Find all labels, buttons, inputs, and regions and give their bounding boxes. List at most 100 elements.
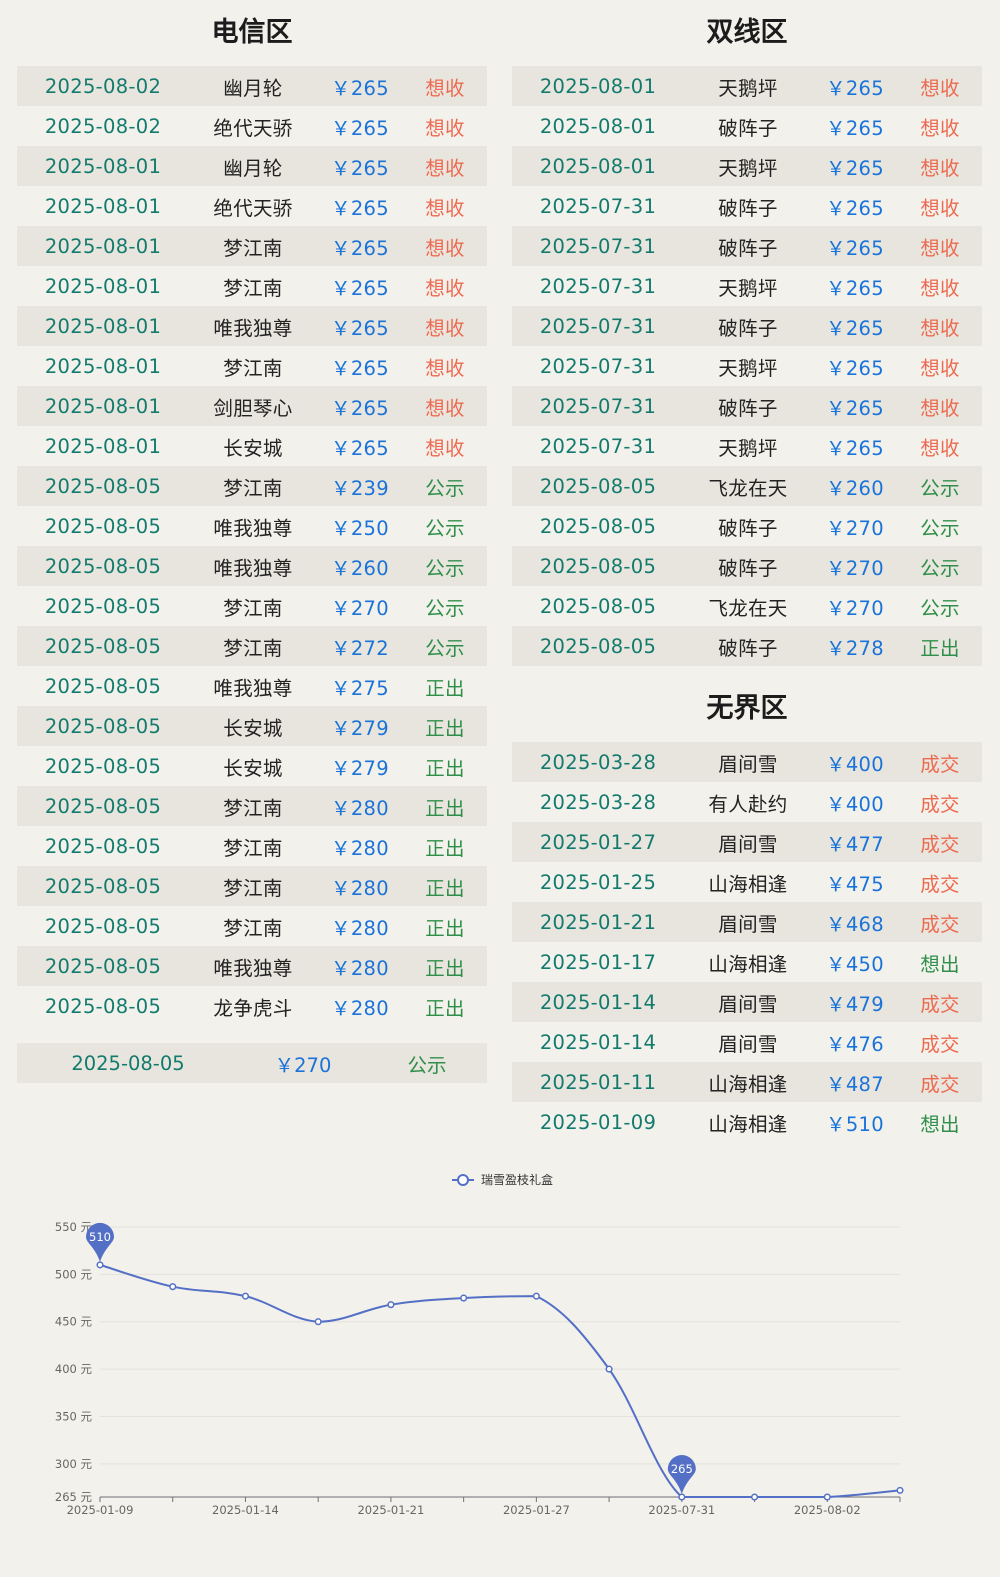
row-status: 成交 bbox=[920, 912, 960, 936]
table-row: 2025-03-28 有人赴约 ￥400 成交 bbox=[512, 782, 982, 822]
row-date: 2025-08-05 bbox=[44, 994, 162, 1018]
row-server: 有人赴约 bbox=[708, 792, 788, 816]
row-status: 想收 bbox=[425, 356, 465, 380]
row-status: 正出 bbox=[425, 876, 465, 900]
row-price: ￥278 bbox=[826, 636, 884, 660]
row-server: 梦江南 bbox=[223, 796, 283, 820]
table-row: 2025-07-31 破阵子 ￥265 想收 bbox=[512, 226, 982, 266]
table-row: 2025-07-31 天鹅坪 ￥265 想收 bbox=[512, 426, 982, 466]
table-row: 2025-08-05 破阵子 ￥278 正出 bbox=[512, 626, 982, 666]
row-status: 想收 bbox=[920, 396, 960, 420]
row-server: 幽月轮 bbox=[223, 156, 283, 180]
row-price: ￥510 bbox=[826, 1112, 884, 1136]
row-date: 2025-08-05 bbox=[44, 514, 162, 538]
x-tick-label: 2025-01-09 bbox=[67, 1503, 134, 1517]
legend-marker bbox=[457, 1174, 469, 1186]
row-price: ￥279 bbox=[331, 716, 389, 740]
table-row: 2025-08-05 龙争虎斗 ￥280 正出 bbox=[17, 986, 487, 1026]
data-point bbox=[387, 1301, 395, 1309]
table-row: 2025-03-28 眉间雪 ￥400 成交 bbox=[512, 742, 982, 782]
table-row: 2025-08-05 破阵子 ￥270 公示 bbox=[512, 546, 982, 586]
row-status: 想收 bbox=[920, 76, 960, 100]
row-server: 眉间雪 bbox=[718, 832, 778, 856]
table-row: 2025-08-02 幽月轮 ￥265 想收 bbox=[17, 66, 487, 106]
row-status: 正出 bbox=[425, 996, 465, 1020]
row-status: 想收 bbox=[425, 316, 465, 340]
row-date: 2025-08-05 bbox=[44, 474, 162, 498]
row-price: ￥270 bbox=[331, 596, 389, 620]
table-row: 2025-08-05 梦江南 ￥280 正出 bbox=[17, 906, 487, 946]
table-row: 2025-08-05 飞龙在天 ￥260 公示 bbox=[512, 466, 982, 506]
y-tick-label: 300 元 bbox=[55, 1457, 93, 1471]
row-price: ￥280 bbox=[331, 836, 389, 860]
dual-table: 2025-08-01 天鹅坪 ￥265 想收 2025-08-01 破阵子 ￥265 想收 20… bbox=[512, 66, 982, 666]
row-price: ￥265 bbox=[826, 356, 884, 380]
row-status: 成交 bbox=[920, 792, 960, 816]
row-price: ￥272 bbox=[331, 636, 389, 660]
marker-label: 510 bbox=[89, 1230, 111, 1244]
data-point bbox=[823, 1493, 831, 1501]
row-price: ￥265 bbox=[826, 316, 884, 340]
table-row: 2025-08-05 唯我独尊 ￥275 正出 bbox=[17, 666, 487, 706]
marker-label: 265 bbox=[671, 1462, 693, 1476]
row-date: 2025-08-02 bbox=[44, 74, 162, 98]
row-server: 破阵子 bbox=[718, 636, 778, 660]
row-server: 破阵子 bbox=[718, 516, 778, 540]
row-price: ￥280 bbox=[331, 916, 389, 940]
row-date: 2025-08-01 bbox=[539, 74, 657, 98]
row-date: 2025-01-14 bbox=[539, 1030, 657, 1054]
row-date: 2025-07-31 bbox=[539, 394, 657, 418]
row-date: 2025-08-05 bbox=[44, 874, 162, 898]
table-row: 2025-07-31 天鹅坪 ￥265 想收 bbox=[512, 346, 982, 386]
row-status: 成交 bbox=[920, 1032, 960, 1056]
row-price: ￥265 bbox=[826, 156, 884, 180]
row-date: 2025-08-05 bbox=[44, 754, 162, 778]
row-price: ￥265 bbox=[826, 276, 884, 300]
row-server: 梦江南 bbox=[223, 836, 283, 860]
row-date: 2025-08-05 bbox=[44, 554, 162, 578]
table-row: 2025-01-09 山海相逢 ￥510 想出 bbox=[512, 1102, 982, 1142]
row-date: 2025-08-05 bbox=[44, 634, 162, 658]
row-date: 2025-08-01 bbox=[44, 314, 162, 338]
table-row: 2025-08-01 剑胆琴心 ￥265 想收 bbox=[17, 386, 487, 426]
table-row: 2025-08-01 天鹅坪 ￥265 想收 bbox=[512, 146, 982, 186]
row-server: 梦江南 bbox=[223, 636, 283, 660]
table-row: 2025-01-14 眉间雪 ￥479 成交 bbox=[512, 982, 982, 1022]
row-price: ￥279 bbox=[331, 756, 389, 780]
row-server: 天鹅坪 bbox=[718, 76, 778, 100]
table-row: 2025-08-01 绝代天骄 ￥265 想收 bbox=[17, 186, 487, 226]
row-price: ￥275 bbox=[331, 676, 389, 700]
row-price: ￥265 bbox=[331, 436, 389, 460]
table-row: 2025-08-01 梦江南 ￥265 想收 bbox=[17, 346, 487, 386]
row-server: 飞龙在天 bbox=[708, 476, 788, 500]
row-status: 成交 bbox=[920, 1072, 960, 1096]
row-server: 唯我独尊 bbox=[213, 316, 293, 340]
row-price: ￥265 bbox=[331, 316, 389, 340]
row-date: 2025-08-01 bbox=[44, 274, 162, 298]
data-point bbox=[896, 1486, 904, 1494]
row-date: 2025-08-01 bbox=[44, 194, 162, 218]
row-status: 想收 bbox=[920, 196, 960, 220]
row-date: 2025-08-01 bbox=[44, 154, 162, 178]
row-server: 天鹅坪 bbox=[718, 356, 778, 380]
row-price: ￥265 bbox=[331, 276, 389, 300]
row-price: ￥265 bbox=[331, 196, 389, 220]
row-status: 想出 bbox=[920, 952, 960, 976]
data-point bbox=[750, 1493, 759, 1501]
table-row: 2025-08-01 幽月轮 ￥265 想收 bbox=[17, 146, 487, 186]
row-server: 剑胆琴心 bbox=[213, 396, 293, 420]
row-status: 正出 bbox=[425, 916, 465, 940]
row-status: 公示 bbox=[920, 556, 960, 580]
table-row: 2025-01-25 山海相逢 ￥475 成交 bbox=[512, 862, 982, 902]
row-price: ￥270 bbox=[826, 556, 884, 580]
row-status: 想收 bbox=[425, 196, 465, 220]
table-row: 2025-01-27 眉间雪 ￥477 成交 bbox=[512, 822, 982, 862]
row-server: 梦江南 bbox=[223, 916, 283, 940]
row-price: ￥476 bbox=[826, 1032, 884, 1056]
table-row: 2025-08-01 破阵子 ￥265 想收 bbox=[512, 106, 982, 146]
row-server: 天鹅坪 bbox=[718, 276, 778, 300]
data-point bbox=[532, 1292, 540, 1300]
row-date: 2025-08-05 bbox=[44, 834, 162, 858]
row-status: 想收 bbox=[425, 396, 465, 420]
row-server: 飞龙在天 bbox=[708, 596, 788, 620]
